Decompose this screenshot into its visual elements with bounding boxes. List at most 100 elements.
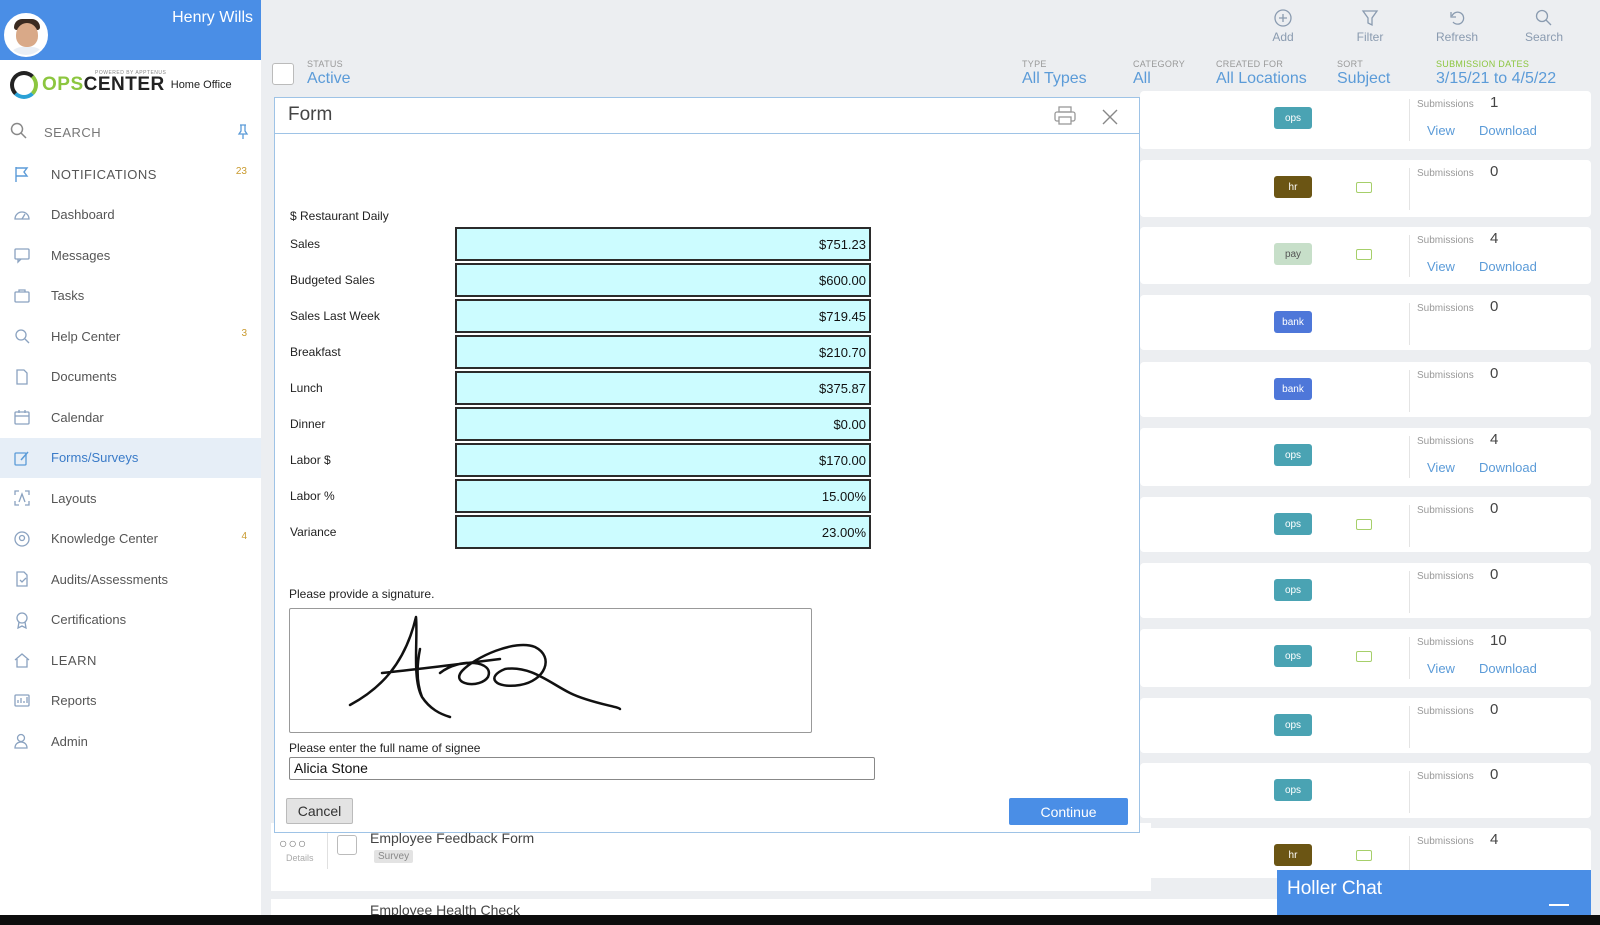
chat-icon[interactable] bbox=[1356, 182, 1372, 193]
add-button[interactable]: Add bbox=[1258, 6, 1308, 44]
chat-icon[interactable] bbox=[1356, 850, 1372, 861]
form-card[interactable]: ops Submissions 0 bbox=[1140, 698, 1591, 753]
view-link[interactable]: View bbox=[1427, 661, 1455, 676]
form-card[interactable]: bank Submissions 0 bbox=[1140, 362, 1591, 417]
budgeted-sales-field[interactable]: $600.00 bbox=[455, 263, 871, 297]
sidebar-item-calendar[interactable]: Calendar bbox=[0, 397, 261, 438]
sidebar-item-certifications[interactable]: Certifications bbox=[0, 600, 261, 641]
form-card[interactable]: ops Submissions 0 bbox=[1140, 497, 1591, 552]
filter-created-for[interactable]: CREATED FOR All Locations bbox=[1216, 59, 1307, 88]
view-link[interactable]: View bbox=[1427, 259, 1455, 274]
list-item[interactable]: ○○○ Details Employee Feedback Form Surve… bbox=[271, 823, 1151, 891]
sidebar-item-knowledge-center[interactable]: Knowledge Center 4 bbox=[0, 519, 261, 560]
sidebar-item-learn[interactable]: LEARN bbox=[0, 640, 261, 681]
row-type-badge: Survey bbox=[374, 850, 414, 863]
form-card[interactable]: ops Submissions 1 View Download bbox=[1140, 91, 1591, 149]
sidebar-search[interactable]: SEARCH bbox=[0, 110, 261, 154]
avatar[interactable] bbox=[4, 13, 48, 57]
refresh-button[interactable]: Refresh bbox=[1432, 6, 1482, 44]
field-labor-dollars: Labor $ $170.00 bbox=[290, 443, 871, 477]
submissions-label: Submissions bbox=[1417, 235, 1474, 246]
details-menu-icon[interactable]: ○○○ bbox=[279, 835, 307, 851]
field-breakfast: Breakfast $210.70 bbox=[290, 335, 871, 369]
row-checkbox[interactable] bbox=[337, 835, 357, 855]
sidebar-item-forms-surveys[interactable]: Forms/Surveys bbox=[0, 437, 261, 478]
signee-name-field[interactable]: Alicia Stone bbox=[289, 757, 875, 780]
minimize-icon[interactable] bbox=[1549, 904, 1569, 906]
sidebar-item-notifications[interactable]: NOTIFICATIONS 23 bbox=[0, 154, 261, 195]
sidebar-item-admin[interactable]: Admin bbox=[0, 721, 261, 762]
sidebar-item-messages[interactable]: Messages bbox=[0, 235, 261, 276]
chat-icon[interactable] bbox=[1356, 651, 1372, 662]
form-card[interactable]: hr Submissions 0 bbox=[1140, 160, 1591, 217]
sidebar-item-dashboard[interactable]: Dashboard bbox=[0, 195, 261, 236]
view-link[interactable]: View bbox=[1427, 123, 1455, 138]
learn-icon bbox=[12, 650, 32, 670]
category-tag: ops bbox=[1274, 645, 1312, 667]
select-all-checkbox[interactable] bbox=[272, 63, 294, 85]
category-tag: hr bbox=[1274, 176, 1312, 198]
filter-sort[interactable]: SORT Subject bbox=[1337, 59, 1390, 88]
filter-type[interactable]: TYPE All Types bbox=[1022, 59, 1087, 88]
breakfast-field[interactable]: $210.70 bbox=[455, 335, 871, 369]
search-button[interactable]: Search bbox=[1519, 6, 1569, 44]
filter-submission-dates[interactable]: SUBMISSION DATES 3/15/21 to 4/5/22 bbox=[1436, 59, 1556, 88]
lunch-field[interactable]: $375.87 bbox=[455, 371, 871, 405]
holler-chat-widget[interactable]: Holler Chat bbox=[1277, 870, 1591, 915]
category-tag: ops bbox=[1274, 107, 1312, 129]
sidebar-item-layouts[interactable]: Layouts bbox=[0, 478, 261, 519]
download-link[interactable]: Download bbox=[1479, 123, 1537, 138]
continue-button[interactable]: Continue bbox=[1009, 798, 1128, 825]
filter-button[interactable]: Filter bbox=[1345, 6, 1395, 44]
user-name[interactable]: Henry Wills bbox=[172, 9, 253, 27]
category-tag: bank bbox=[1274, 378, 1312, 400]
download-link[interactable]: Download bbox=[1479, 259, 1537, 274]
dashboard-icon bbox=[12, 205, 32, 225]
submissions-label: Submissions bbox=[1417, 370, 1474, 381]
variance-field[interactable]: 23.00% bbox=[455, 515, 871, 549]
sidebar-item-help-center[interactable]: Help Center 3 bbox=[0, 316, 261, 357]
documents-icon bbox=[12, 367, 32, 387]
sidebar-item-reports[interactable]: Reports bbox=[0, 681, 261, 722]
details-label: Details bbox=[286, 853, 314, 863]
category-tag: ops bbox=[1274, 444, 1312, 466]
chat-icon[interactable] bbox=[1356, 519, 1372, 530]
admin-icon bbox=[12, 731, 32, 751]
sales-last-week-field[interactable]: $719.45 bbox=[455, 299, 871, 333]
sidebar-item-tasks[interactable]: Tasks bbox=[0, 276, 261, 317]
form-card[interactable]: ops Submissions 4 View Download bbox=[1140, 428, 1591, 486]
opscenter-logo-icon bbox=[10, 71, 38, 99]
cancel-button[interactable]: Cancel bbox=[286, 798, 353, 824]
form-card[interactable]: ops Submissions 10 View Download bbox=[1140, 629, 1591, 687]
filter-status[interactable]: STATUS Active bbox=[307, 59, 351, 88]
signature-pad[interactable] bbox=[289, 608, 812, 733]
form-card[interactable]: ops Submissions 0 bbox=[1140, 763, 1591, 818]
submissions-count: 0 bbox=[1490, 163, 1499, 180]
sidebar-item-documents[interactable]: Documents bbox=[0, 357, 261, 398]
download-link[interactable]: Download bbox=[1479, 460, 1537, 475]
sales-field[interactable]: $751.23 bbox=[455, 227, 871, 261]
audits-icon bbox=[12, 569, 32, 589]
notification-count: 23 bbox=[235, 166, 247, 177]
pin-icon[interactable] bbox=[237, 124, 249, 143]
filter-category[interactable]: CATEGORY All bbox=[1133, 59, 1185, 88]
print-icon[interactable] bbox=[1053, 106, 1077, 131]
labor-percent-field[interactable]: 15.00% bbox=[455, 479, 871, 513]
category-tag: ops bbox=[1274, 579, 1312, 601]
category-tag: hr bbox=[1274, 844, 1312, 866]
view-link[interactable]: View bbox=[1427, 460, 1455, 475]
row-title[interactable]: Employee Health Check bbox=[370, 902, 520, 915]
help-center-count: 3 bbox=[241, 328, 247, 339]
sidebar-item-audits[interactable]: Audits/Assessments bbox=[0, 559, 261, 600]
chat-icon[interactable] bbox=[1356, 249, 1372, 260]
form-card[interactable]: pay Submissions 4 View Download bbox=[1140, 227, 1591, 284]
category-tag: ops bbox=[1274, 513, 1312, 535]
dinner-field[interactable]: $0.00 bbox=[455, 407, 871, 441]
download-link[interactable]: Download bbox=[1479, 661, 1537, 676]
form-card[interactable]: ops Submissions 0 bbox=[1140, 563, 1591, 618]
form-card[interactable]: bank Submissions 0 bbox=[1140, 295, 1591, 350]
brand-office: Home Office bbox=[170, 79, 232, 91]
close-icon[interactable] bbox=[1101, 108, 1119, 131]
search-icon bbox=[10, 122, 28, 143]
labor-dollars-field[interactable]: $170.00 bbox=[455, 443, 871, 477]
